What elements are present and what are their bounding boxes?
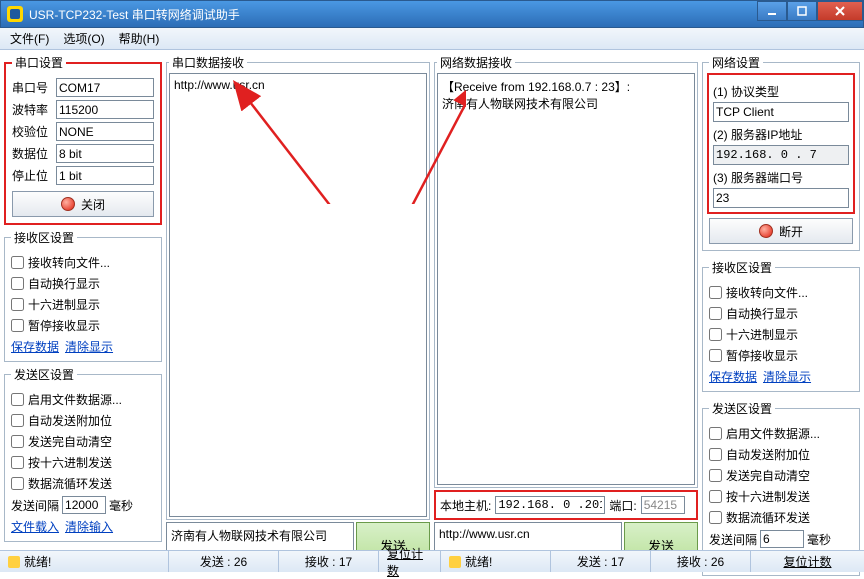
rx-hex-l[interactable]: [11, 298, 24, 311]
tx-filesrc-l[interactable]: [11, 393, 24, 406]
rx-autowrap-l[interactable]: [11, 277, 24, 290]
close-button[interactable]: [817, 1, 863, 21]
app-icon: [7, 6, 23, 22]
net-rx-area[interactable]: 【Receive from 192.168.0.7 : 23】: 济南有人物联网…: [437, 73, 695, 485]
serial-rx-text: http://www.usr.cn: [174, 78, 422, 92]
rx-settings-right: 接收区设置 接收转向文件... 自动换行显示 十六进制显示 暂停接收显示 保存数…: [702, 259, 860, 392]
server-ip-input[interactable]: [713, 145, 849, 165]
minimize-button[interactable]: [757, 1, 787, 21]
status-send-l: 发送 : 26: [168, 551, 278, 572]
local-port-label: 端口:: [609, 497, 636, 514]
serial-rx-area[interactable]: http://www.usr.cn: [169, 73, 427, 517]
menu-file[interactable]: 文件(F): [4, 28, 55, 49]
status-send-r: 发送 : 17: [550, 551, 650, 572]
rx-to-file-l[interactable]: [11, 256, 24, 269]
status-ready-r: 就绪!: [465, 553, 492, 570]
port-select[interactable]: COM17: [56, 78, 154, 97]
proto-select[interactable]: TCP Client: [713, 102, 849, 122]
rx-settings-left-legend: 接收区设置: [11, 229, 77, 246]
record-icon: [759, 224, 773, 238]
statusbar: 就绪! 发送 : 26 接收 : 17 复位计数 就绪! 发送 : 17 接收 …: [0, 550, 864, 572]
serial-settings-legend: 串口设置: [12, 54, 66, 71]
server-port-input[interactable]: [713, 188, 849, 208]
tx-settings-right-legend: 发送区设置: [709, 400, 775, 417]
net-rx-line1: 【Receive from 192.168.0.7 : 23】:: [442, 78, 690, 95]
serial-close-button[interactable]: 关闭: [12, 191, 154, 217]
maximize-button[interactable]: [787, 1, 817, 21]
server-ip-label: (2) 服务器IP地址: [713, 126, 849, 143]
baud-label: 波特率: [12, 101, 52, 118]
local-host-input[interactable]: [495, 496, 605, 514]
stopbits-select[interactable]: 1 bit: [56, 166, 154, 185]
serial-rx-legend: 串口数据接收: [169, 54, 247, 71]
tx-settings-left: 发送区设置 启用文件数据源... 自动发送附加位 发送完自动清空 按十六进制发送…: [4, 366, 162, 542]
status-recv-r: 接收 : 26: [650, 551, 750, 572]
status-recv-l: 接收 : 17: [278, 551, 378, 572]
rx-to-file-r[interactable]: [709, 286, 722, 299]
rx-settings-left: 接收区设置 接收转向文件... 自动换行显示 十六进制显示 暂停接收显示 保存数…: [4, 229, 162, 362]
rx-hex-r[interactable]: [709, 328, 722, 341]
tx-autoclear-l[interactable]: [11, 435, 24, 448]
window-title: USR-TCP232-Test 串口转网络调试助手: [29, 6, 757, 23]
serial-rx-group: 串口数据接收 http://www.usr.cn: [166, 54, 430, 520]
local-host-label: 本地主机:: [440, 497, 491, 514]
net-rx-group: 网络数据接收 【Receive from 192.168.0.7 : 23】: …: [434, 54, 698, 488]
net-rx-line2: 济南有人物联网技术有限公司: [442, 95, 690, 112]
save-data-r[interactable]: 保存数据: [709, 368, 757, 385]
clear-input-l[interactable]: 清除输入: [65, 518, 113, 535]
menu-options[interactable]: 选项(O): [57, 28, 110, 49]
local-host-row: 本地主机: 端口:: [434, 490, 698, 520]
tx-hex-r[interactable]: [709, 490, 722, 503]
interval-input-l[interactable]: [62, 496, 106, 514]
record-icon: [61, 197, 75, 211]
databits-select[interactable]: 8 bit: [56, 144, 154, 163]
rx-pause-l[interactable]: [11, 319, 24, 332]
clear-display-r[interactable]: 清除显示: [763, 368, 811, 385]
window-titlebar: USR-TCP232-Test 串口转网络调试助手: [0, 0, 864, 28]
reset-count-r[interactable]: 复位计数: [783, 553, 831, 570]
tx-filesrc-r[interactable]: [709, 427, 722, 440]
tx-append-r[interactable]: [709, 448, 722, 461]
save-data-l[interactable]: 保存数据: [11, 338, 59, 355]
tx-loop-r[interactable]: [709, 511, 722, 524]
rx-autowrap-r[interactable]: [709, 307, 722, 320]
menubar: 文件(F) 选项(O) 帮助(H): [0, 28, 864, 50]
interval-input-r[interactable]: [760, 530, 804, 548]
ready-icon: [8, 556, 20, 568]
tx-loop-l[interactable]: [11, 477, 24, 490]
rx-pause-r[interactable]: [709, 349, 722, 362]
port-label: 串口号: [12, 79, 52, 96]
menu-help[interactable]: 帮助(H): [113, 28, 166, 49]
network-settings-group: 网络设置 (1) 协议类型 TCP Client (2) 服务器IP地址 (3)…: [702, 54, 860, 251]
clear-display-l[interactable]: 清除显示: [65, 338, 113, 355]
local-port-input[interactable]: [641, 496, 685, 514]
baud-select[interactable]: 115200: [56, 100, 154, 119]
tx-settings-left-legend: 发送区设置: [11, 366, 77, 383]
parity-label: 校验位: [12, 123, 52, 140]
databits-label: 数据位: [12, 145, 52, 162]
network-settings-legend: 网络设置: [709, 54, 763, 71]
proto-label: (1) 协议类型: [713, 83, 849, 100]
ready-icon: [449, 556, 461, 568]
serial-close-label: 关闭: [81, 196, 105, 213]
tx-hex-l[interactable]: [11, 456, 24, 469]
net-rx-legend: 网络数据接收: [437, 54, 515, 71]
server-port-label: (3) 服务器端口号: [713, 169, 849, 186]
stopbits-label: 停止位: [12, 167, 52, 184]
disconnect-button[interactable]: 断开: [709, 218, 853, 244]
rx-settings-right-legend: 接收区设置: [709, 259, 775, 276]
parity-select[interactable]: NONE: [56, 122, 154, 141]
tx-append-l[interactable]: [11, 414, 24, 427]
file-load-l[interactable]: 文件载入: [11, 518, 59, 535]
serial-settings-group: 串口设置 串口号COM17 波特率115200 校验位NONE 数据位8 bit…: [4, 54, 162, 225]
reset-count-l[interactable]: 复位计数: [387, 545, 432, 579]
disconnect-label: 断开: [779, 223, 803, 240]
status-ready-l: 就绪!: [24, 553, 51, 570]
tx-autoclear-r[interactable]: [709, 469, 722, 482]
